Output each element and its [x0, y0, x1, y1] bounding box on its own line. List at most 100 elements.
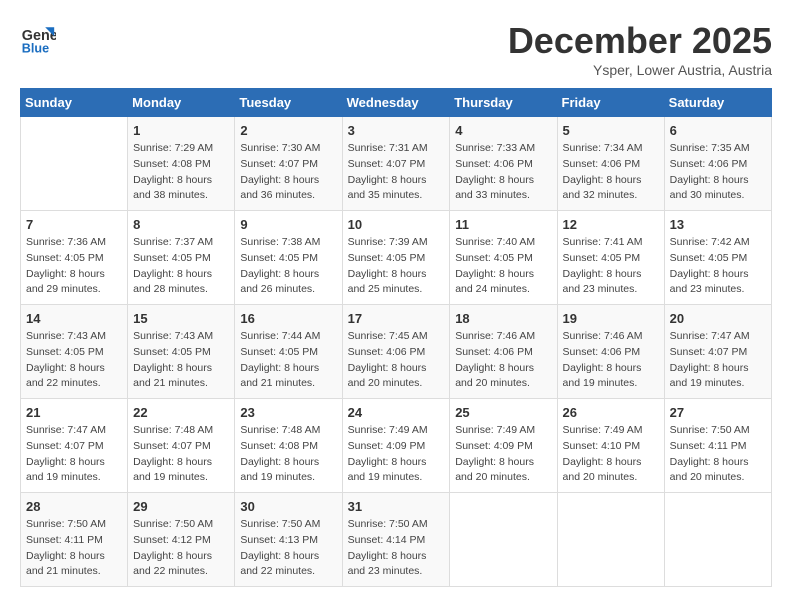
day-info: Sunrise: 7:31 AMSunset: 4:07 PMDaylight:…: [348, 141, 445, 204]
day-info: Sunrise: 7:29 AMSunset: 4:08 PMDaylight:…: [133, 141, 229, 204]
day-info: Sunrise: 7:35 AMSunset: 4:06 PMDaylight:…: [670, 141, 766, 204]
day-info: Sunrise: 7:49 AMSunset: 4:10 PMDaylight:…: [563, 423, 659, 486]
day-info: Sunrise: 7:49 AMSunset: 4:09 PMDaylight:…: [348, 423, 445, 486]
day-number: 14: [26, 311, 122, 326]
calendar-cell: 16 Sunrise: 7:44 AMSunset: 4:05 PMDayligh…: [235, 305, 342, 399]
calendar-cell: 10Sunrise: 7:39 AMSunset: 4:05 PMDayligh…: [342, 211, 450, 305]
calendar-cell: 28 Sunrise: 7:50 AMSunset: 4:11 PMDayligh…: [21, 493, 128, 587]
day-number: 16: [240, 311, 336, 326]
calendar-cell: 8 Sunrise: 7:37 AMSunset: 4:05 PMDaylight…: [128, 211, 235, 305]
day-number: 23: [240, 405, 336, 420]
calendar-cell: 1 Sunrise: 7:29 AMSunset: 4:08 PMDaylight…: [128, 117, 235, 211]
day-info: Sunrise: 7:42 AMSunset: 4:05 PMDaylight:…: [670, 235, 766, 298]
day-number: 5: [563, 123, 659, 138]
calendar-cell: 23 Sunrise: 7:48 AMSunset: 4:08 PMDayligh…: [235, 399, 342, 493]
calendar-cell: 4Sunrise: 7:33 AMSunset: 4:06 PMDaylight…: [450, 117, 557, 211]
day-info: Sunrise: 7:41 AMSunset: 4:05 PMDaylight:…: [563, 235, 659, 298]
calendar-cell: 29Sunrise: 7:50 AMSunset: 4:12 PMDayligh…: [128, 493, 235, 587]
weekday-header-saturday: Saturday: [664, 89, 771, 117]
day-number: 12: [563, 217, 659, 232]
day-info: Sunrise: 7:30 AMSunset: 4:07 PMDaylight:…: [240, 141, 336, 204]
calendar-table: SundayMondayTuesdayWednesdayThursdayFrid…: [20, 88, 772, 587]
day-info: Sunrise: 7:50 AMSunset: 4:11 PMDaylight:…: [670, 423, 766, 486]
weekday-header-monday: Monday: [128, 89, 235, 117]
calendar-cell: [557, 493, 664, 587]
day-number: 20: [670, 311, 766, 326]
calendar-cell: 5 Sunrise: 7:34 AMSunset: 4:06 PMDaylight…: [557, 117, 664, 211]
day-info: Sunrise: 7:46 AMSunset: 4:06 PMDaylight:…: [563, 329, 659, 392]
day-info: Sunrise: 7:40 AMSunset: 4:05 PMDaylight:…: [455, 235, 551, 298]
day-info: Sunrise: 7:38 AMSunset: 4:05 PMDaylight:…: [240, 235, 336, 298]
day-number: 30: [240, 499, 336, 514]
weekday-header-wednesday: Wednesday: [342, 89, 450, 117]
day-info: Sunrise: 7:33 AMSunset: 4:06 PMDaylight:…: [455, 141, 551, 204]
day-info: Sunrise: 7:43 AMSunset: 4:05 PMDaylight:…: [133, 329, 229, 392]
day-info: Sunrise: 7:50 AMSunset: 4:13 PMDaylight:…: [240, 517, 336, 580]
day-info: Sunrise: 7:50 AMSunset: 4:11 PMDaylight:…: [26, 517, 122, 580]
day-info: Sunrise: 7:37 AMSunset: 4:05 PMDaylight:…: [133, 235, 229, 298]
calendar-cell: 19Sunrise: 7:46 AMSunset: 4:06 PMDayligh…: [557, 305, 664, 399]
calendar-cell: 17 Sunrise: 7:45 AMSunset: 4:06 PMDayligh…: [342, 305, 450, 399]
calendar-cell: 3 Sunrise: 7:31 AMSunset: 4:07 PMDaylight…: [342, 117, 450, 211]
calendar-cell: 22 Sunrise: 7:48 AMSunset: 4:07 PMDayligh…: [128, 399, 235, 493]
calendar-cell: 20 Sunrise: 7:47 AMSunset: 4:07 PMDayligh…: [664, 305, 771, 399]
logo: General Blue: [20, 20, 56, 56]
calendar-cell: 31 Sunrise: 7:50 AMSunset: 4:14 PMDayligh…: [342, 493, 450, 587]
calendar-cell: [21, 117, 128, 211]
month-title: December 2025: [508, 20, 772, 62]
day-info: Sunrise: 7:49 AMSunset: 4:09 PMDaylight:…: [455, 423, 551, 486]
day-number: 3: [348, 123, 445, 138]
calendar-cell: [450, 493, 557, 587]
day-info: Sunrise: 7:36 AMSunset: 4:05 PMDaylight:…: [26, 235, 122, 298]
day-info: Sunrise: 7:48 AMSunset: 4:07 PMDaylight:…: [133, 423, 229, 486]
day-info: Sunrise: 7:34 AMSunset: 4:06 PMDaylight:…: [563, 141, 659, 204]
day-number: 26: [563, 405, 659, 420]
day-info: Sunrise: 7:44 AMSunset: 4:05 PMDaylight:…: [240, 329, 336, 392]
calendar-cell: 14Sunrise: 7:43 AMSunset: 4:05 PMDayligh…: [21, 305, 128, 399]
day-info: Sunrise: 7:50 AMSunset: 4:12 PMDaylight:…: [133, 517, 229, 580]
day-number: 25: [455, 405, 551, 420]
weekday-header-sunday: Sunday: [21, 89, 128, 117]
day-number: 1: [133, 123, 229, 138]
weekday-header-friday: Friday: [557, 89, 664, 117]
calendar-cell: 6 Sunrise: 7:35 AMSunset: 4:06 PMDaylight…: [664, 117, 771, 211]
day-number: 17: [348, 311, 445, 326]
calendar-cell: 13 Sunrise: 7:42 AMSunset: 4:05 PMDayligh…: [664, 211, 771, 305]
calendar-header-row: SundayMondayTuesdayWednesdayThursdayFrid…: [21, 89, 772, 117]
day-number: 15: [133, 311, 229, 326]
calendar-cell: 26 Sunrise: 7:49 AMSunset: 4:10 PMDayligh…: [557, 399, 664, 493]
day-number: 31: [348, 499, 445, 514]
calendar-cell: 12 Sunrise: 7:41 AMSunset: 4:05 PMDayligh…: [557, 211, 664, 305]
day-info: Sunrise: 7:46 AMSunset: 4:06 PMDaylight:…: [455, 329, 551, 392]
calendar-week-row: 1 Sunrise: 7:29 AMSunset: 4:08 PMDaylight…: [21, 117, 772, 211]
day-number: 21: [26, 405, 122, 420]
calendar-cell: 27 Sunrise: 7:50 AMSunset: 4:11 PMDayligh…: [664, 399, 771, 493]
day-number: 6: [670, 123, 766, 138]
day-number: 28: [26, 499, 122, 514]
calendar-cell: 30 Sunrise: 7:50 AMSunset: 4:13 PMDayligh…: [235, 493, 342, 587]
day-number: 13: [670, 217, 766, 232]
calendar-cell: [664, 493, 771, 587]
calendar-week-row: 7Sunrise: 7:36 AMSunset: 4:05 PMDaylight…: [21, 211, 772, 305]
calendar-cell: 9Sunrise: 7:38 AMSunset: 4:05 PMDaylight…: [235, 211, 342, 305]
day-number: 27: [670, 405, 766, 420]
calendar-week-row: 14 Sunrise: 7:43 AMSunset: 4:05 PMDayligh…: [21, 305, 772, 399]
calendar-cell: 15 Sunrise: 7:43 AMSunset: 4:05 PMDayligh…: [128, 305, 235, 399]
calendar-cell: 21Sunrise: 7:47 AMSunset: 4:07 PMDayligh…: [21, 399, 128, 493]
calendar-cell: 18Sunrise: 7:46 AMSunset: 4:06 PMDayligh…: [450, 305, 557, 399]
day-info: Sunrise: 7:45 AMSunset: 4:06 PMDaylight:…: [348, 329, 445, 392]
day-number: 2: [240, 123, 336, 138]
logo-icon: General Blue: [20, 20, 56, 56]
day-info: Sunrise: 7:47 AMSunset: 4:07 PMDaylight:…: [670, 329, 766, 392]
calendar-cell: 24 Sunrise: 7:49 AMSunset: 4:09 PMDayligh…: [342, 399, 450, 493]
day-number: 8: [133, 217, 229, 232]
day-info: Sunrise: 7:50 AMSunset: 4:14 PMDaylight:…: [348, 517, 445, 580]
day-number: 24: [348, 405, 445, 420]
day-number: 22: [133, 405, 229, 420]
day-info: Sunrise: 7:48 AMSunset: 4:08 PMDaylight:…: [240, 423, 336, 486]
page-header: General Blue December 2025 Ysper, Lower …: [20, 20, 772, 78]
calendar-week-row: 21Sunrise: 7:47 AMSunset: 4:07 PMDayligh…: [21, 399, 772, 493]
day-number: 11: [455, 217, 551, 232]
calendar-cell: 2 Sunrise: 7:30 AMSunset: 4:07 PMDaylight…: [235, 117, 342, 211]
weekday-header-tuesday: Tuesday: [235, 89, 342, 117]
